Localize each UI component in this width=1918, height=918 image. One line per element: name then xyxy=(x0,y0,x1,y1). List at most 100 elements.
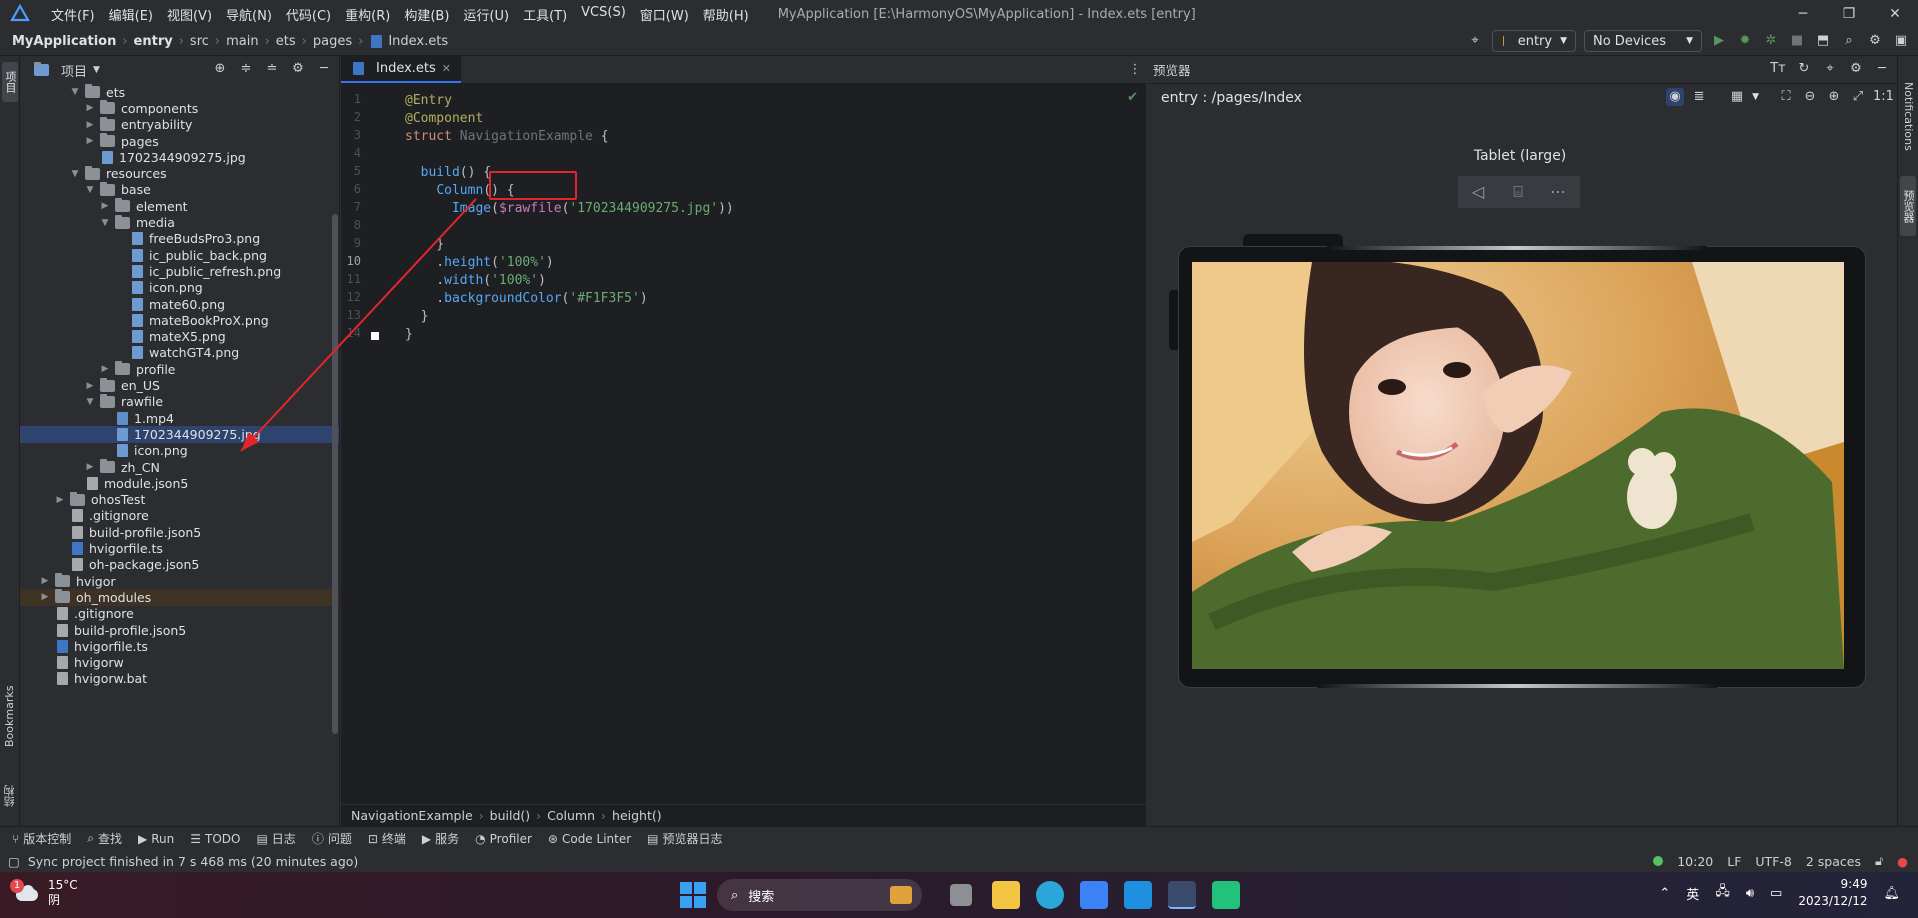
tree-item[interactable]: ▶ entryability xyxy=(20,116,339,133)
crumb-src[interactable]: src xyxy=(190,34,209,49)
notifications-tool-button[interactable]: Notifications xyxy=(1900,66,1916,166)
menu-view[interactable]: 视图(V) xyxy=(160,5,219,24)
menu-file[interactable]: 文件(F) xyxy=(44,5,102,24)
menu-tools[interactable]: 工具(T) xyxy=(516,5,574,24)
device-manager-icon[interactable]: ⬒ xyxy=(1814,32,1832,50)
more-icon[interactable]: ⋮ xyxy=(1126,61,1144,79)
more-icon[interactable]: ⋯ xyxy=(1538,176,1578,208)
notification-bell-icon[interactable]: 🔔︎ xyxy=(1883,886,1900,901)
tree-item[interactable]: module.json5 xyxy=(20,475,339,491)
multi-device-icon[interactable]: ▦ xyxy=(1728,88,1746,106)
chevron-right-icon[interactable]: ▶ xyxy=(99,364,111,374)
tool-terminal[interactable]: ⊡ 终端 xyxy=(368,830,406,847)
tool-log[interactable]: ▤ 日志 xyxy=(256,830,295,847)
tool-services[interactable]: ▶ 服务 xyxy=(422,830,459,847)
layers-icon[interactable]: ≣ xyxy=(1690,88,1708,106)
device-select[interactable]: No Devices ▼ xyxy=(1584,30,1702,52)
refresh-icon[interactable]: ↻ xyxy=(1795,60,1813,78)
chevron-down-icon[interactable]: ▼ xyxy=(99,218,111,228)
menu-code[interactable]: 代码(C) xyxy=(279,5,338,24)
menu-build[interactable]: 构建(B) xyxy=(397,5,456,24)
chevron-right-icon[interactable]: ▶ xyxy=(84,120,96,130)
project-tool-button[interactable]: 项目 xyxy=(2,62,18,102)
attach-debugger-icon[interactable]: ✲ xyxy=(1762,32,1780,50)
tree-item[interactable]: build-profile.json5 xyxy=(20,524,339,540)
volume-icon[interactable]: 🔊︎ xyxy=(1746,886,1754,901)
tool-code-linter[interactable]: ⊛ Code Linter xyxy=(548,832,631,846)
fit-icon[interactable]: ⤢ xyxy=(1849,88,1867,106)
tree-item[interactable]: hvigorw.bat xyxy=(20,671,339,687)
menu-navigate[interactable]: 导航(N) xyxy=(219,5,279,24)
zoom-in-icon[interactable]: ⊕ xyxy=(1825,88,1843,106)
taskbar-search[interactable]: ⌕ 搜索 xyxy=(717,879,922,911)
stop-icon[interactable]: ■ xyxy=(1788,32,1806,50)
tool-previewer-log[interactable]: ▤ 预览器日志 xyxy=(647,830,722,847)
tree-item[interactable]: hvigorw xyxy=(20,655,339,671)
tree-item[interactable]: ▶ oh_modules xyxy=(20,589,339,606)
chevron-down-icon[interactable]: ▼ xyxy=(93,65,100,75)
vscode-icon[interactable] xyxy=(1124,881,1152,909)
gear-icon[interactable]: ⚙ xyxy=(289,60,307,78)
minimize-icon[interactable]: ─ xyxy=(1780,0,1826,28)
tree-item[interactable]: ▼ ets xyxy=(20,84,339,100)
zoom-out-icon[interactable]: ⊖ xyxy=(1801,88,1819,106)
code-crumb[interactable]: NavigationExample xyxy=(351,808,473,823)
close-tab-icon[interactable]: ✕ xyxy=(442,62,451,75)
tool-profiler[interactable]: ◔ Profiler xyxy=(475,832,532,846)
gear-icon[interactable]: ⚙ xyxy=(1847,60,1865,78)
tab-index-ets[interactable]: Index.ets ✕ xyxy=(341,55,462,83)
weather-widget[interactable]: 1 15°C 阴 xyxy=(10,878,78,908)
chevron-down-icon[interactable]: ▼ xyxy=(84,185,96,195)
code-crumb[interactable]: Column xyxy=(547,808,595,823)
previewer-tool-button[interactable]: 预览器 xyxy=(1900,176,1916,236)
crumb-file[interactable]: Index.ets xyxy=(388,34,448,49)
tool-todo[interactable]: ☰ TODO xyxy=(190,832,240,846)
module-select[interactable]: entry ▼ xyxy=(1492,30,1576,52)
tree-item[interactable]: ▶ zh_CN xyxy=(20,459,339,475)
file-encoding[interactable]: UTF-8 xyxy=(1755,854,1791,869)
menu-run[interactable]: 运行(U) xyxy=(456,5,516,24)
expand-all-icon[interactable]: ≑ xyxy=(237,60,255,78)
rotate-icon[interactable]: ⌸ xyxy=(1498,176,1538,208)
chevron-right-icon[interactable]: ▶ xyxy=(84,462,96,472)
menu-edit[interactable]: 编辑(E) xyxy=(102,5,160,24)
file-explorer-icon[interactable] xyxy=(992,881,1020,909)
project-panel-title[interactable]: 项目 xyxy=(61,61,87,80)
chevron-down-icon[interactable]: ▼ xyxy=(84,397,96,407)
chevron-down-icon[interactable]: ▼ xyxy=(69,169,81,179)
clock[interactable]: 9:49 2023/12/12 xyxy=(1798,876,1867,910)
ime-indicator[interactable]: 英 xyxy=(1686,884,1699,903)
bookmarks-tool-button[interactable]: Bookmarks xyxy=(2,676,18,756)
line-separator[interactable]: LF xyxy=(1727,854,1741,869)
locate-icon[interactable]: ⊕ xyxy=(211,60,229,78)
tool-run[interactable]: ▶ Run xyxy=(138,832,174,846)
chevron-right-icon[interactable]: ▶ xyxy=(84,136,96,146)
chevron-right-icon[interactable]: ▶ xyxy=(39,592,51,602)
chevron-down-icon[interactable]: ▼ xyxy=(69,87,81,97)
crumb-project[interactable]: MyApplication xyxy=(12,34,116,49)
datagrip-icon[interactable] xyxy=(1212,881,1240,909)
edge-icon[interactable] xyxy=(1036,881,1064,909)
tree-item[interactable]: 1702344909275.jpg xyxy=(20,149,339,165)
chevron-right-icon[interactable]: ▶ xyxy=(99,201,111,211)
tool-problems[interactable]: ⓘ 问题 xyxy=(312,830,352,847)
deveco-icon[interactable] xyxy=(1168,881,1196,909)
task-view-icon[interactable] xyxy=(950,884,972,906)
hide-icon[interactable]: ─ xyxy=(315,60,333,78)
font-size-icon[interactable]: Tт xyxy=(1769,60,1787,78)
inspection-ok-icon[interactable]: ✔ xyxy=(1127,90,1138,105)
tree-item[interactable]: build-profile.json5 xyxy=(20,622,339,638)
component-tree-icon[interactable]: ◉ xyxy=(1666,88,1685,106)
settings-icon[interactable]: ⚙ xyxy=(1866,32,1884,50)
tool-find[interactable]: ⌕ 查找 xyxy=(87,830,122,847)
tree-item[interactable]: hvigorfile.ts xyxy=(20,540,339,556)
tree-item[interactable]: ▶ components xyxy=(20,100,339,116)
debug-icon[interactable]: ✹ xyxy=(1736,32,1754,50)
chevron-right-icon[interactable]: ▶ xyxy=(84,103,96,113)
crumb-main[interactable]: main xyxy=(226,34,258,49)
tree-item[interactable]: ▶ hvigor xyxy=(20,573,339,589)
crumb-pages[interactable]: pages xyxy=(313,34,352,49)
code-crumb[interactable]: height() xyxy=(612,808,662,823)
error-icon[interactable]: ● xyxy=(1897,854,1908,869)
tree-item[interactable]: .gitignore xyxy=(20,508,339,524)
